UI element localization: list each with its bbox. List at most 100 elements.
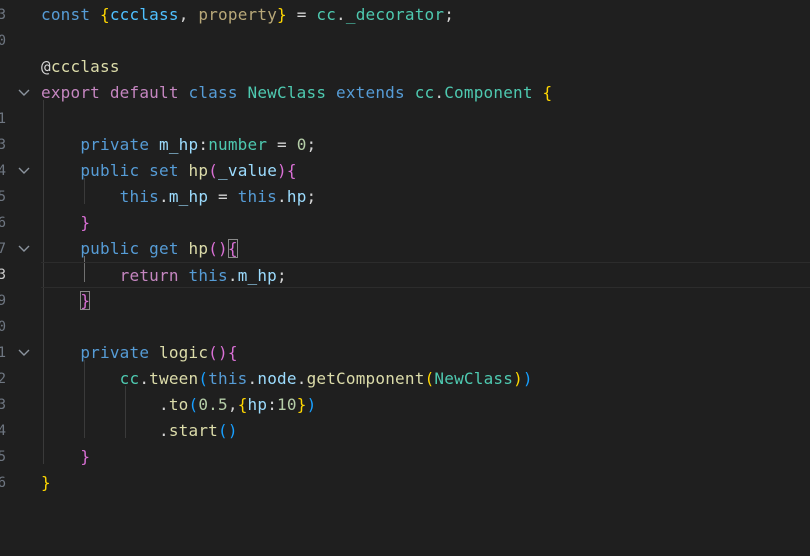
- code-token: cc: [41, 369, 140, 388]
- line-number: 7: [0, 241, 6, 257]
- code-token: this: [208, 369, 248, 388]
- line-number: 4: [0, 423, 6, 439]
- code-area[interactable]: const {ccclass, property} = cc._decorato…: [41, 0, 810, 556]
- code-line[interactable]: [41, 106, 810, 132]
- code-line[interactable]: public get hp(){: [41, 236, 810, 262]
- code-line[interactable]: [41, 496, 810, 522]
- code-token: private: [41, 343, 159, 362]
- code-token: .: [139, 369, 150, 388]
- line-number: 0: [0, 319, 6, 335]
- code-line[interactable]: private logic(){: [41, 340, 810, 366]
- code-token: ccclass: [50, 57, 120, 76]
- line-number: [0, 54, 6, 80]
- code-token: public: [41, 239, 150, 258]
- code-token: hp: [188, 161, 209, 180]
- code-line[interactable]: cc.tween(this.node.getComponent(NewClass…: [41, 366, 810, 392]
- code-token: tween: [149, 369, 199, 388]
- code-token: .: [296, 369, 307, 388]
- code-token: {: [100, 5, 110, 24]
- code-token: =: [267, 135, 297, 154]
- code-line[interactable]: const {ccclass, property} = cc._decorato…: [41, 2, 810, 28]
- code-token: get: [149, 239, 189, 258]
- code-token: .: [434, 83, 445, 102]
- code-line[interactable]: [41, 28, 810, 54]
- code-token: }: [277, 5, 287, 24]
- code-token: default: [109, 83, 189, 102]
- code-token: (: [188, 395, 199, 414]
- code-token: .: [336, 5, 346, 24]
- chevron-down-icon[interactable]: [17, 158, 31, 184]
- code-token: {: [286, 161, 297, 180]
- code-token: getComponent: [306, 369, 425, 388]
- code-token: public: [41, 161, 150, 180]
- code-token: ;: [444, 5, 455, 24]
- code-token: }: [41, 473, 51, 492]
- chevron-down-icon[interactable]: [17, 340, 31, 366]
- code-line[interactable]: .to(0.5,{hp:10}): [41, 392, 810, 418]
- code-token: .: [159, 187, 169, 206]
- line-number: 2: [0, 371, 6, 387]
- chevron-down-icon[interactable]: [17, 236, 31, 262]
- code-token: ): [513, 369, 523, 388]
- line-number: 0: [0, 33, 6, 49]
- code-line[interactable]: }: [41, 288, 810, 314]
- code-token: ): [277, 161, 287, 180]
- matched-bracket: {: [227, 239, 238, 258]
- code-token: cc: [414, 83, 435, 102]
- code-token: ccclass: [109, 5, 179, 24]
- code-token: this: [237, 187, 278, 206]
- code-token: .: [41, 421, 169, 440]
- code-token: @: [41, 57, 51, 76]
- code-line[interactable]: @ccclass: [41, 54, 810, 80]
- code-token: m_hp: [168, 187, 209, 206]
- code-line[interactable]: .start(): [41, 418, 810, 444]
- code-token: hp: [247, 395, 268, 414]
- code-token: hp: [188, 239, 209, 258]
- code-line[interactable]: export default class NewClass extends cc…: [41, 80, 810, 106]
- code-token: m_hp: [237, 266, 278, 285]
- code-token: ;: [306, 187, 317, 206]
- line-number: [0, 496, 6, 522]
- line-number: 4: [0, 163, 6, 179]
- code-line[interactable]: [41, 314, 810, 340]
- current-code-line[interactable]: return this.m_hp;: [41, 262, 810, 288]
- code-token: .: [227, 266, 238, 285]
- code-token: (: [218, 421, 228, 440]
- code-token: start: [168, 421, 218, 440]
- code-token: 10: [277, 395, 297, 414]
- code-token: .: [41, 395, 169, 414]
- code-token: (: [424, 369, 435, 388]
- code-token: }: [41, 447, 91, 466]
- code-line[interactable]: }: [41, 444, 810, 470]
- code-token: ,: [178, 5, 199, 24]
- line-number: 3: [0, 137, 6, 153]
- code-token: ): [218, 343, 228, 362]
- code-token: 0: [296, 135, 307, 154]
- code-token: return: [41, 266, 189, 285]
- code-token: _decorator: [345, 5, 445, 24]
- code-line[interactable]: }: [41, 210, 810, 236]
- chevron-down-icon[interactable]: [17, 80, 31, 106]
- line-number: 5: [0, 449, 6, 465]
- code-line[interactable]: private m_hp:number = 0;: [41, 132, 810, 158]
- code-token: const: [41, 5, 100, 24]
- code-line[interactable]: public set hp(_value){: [41, 158, 810, 184]
- code-token: number: [208, 135, 268, 154]
- line-number: 3: [0, 397, 6, 413]
- code-token: property: [198, 5, 278, 24]
- code-token: {: [542, 83, 553, 102]
- code-token: cc: [316, 5, 337, 24]
- code-token: ): [227, 421, 238, 440]
- code-token: logic: [159, 343, 209, 362]
- code-token: this: [41, 187, 159, 206]
- line-number: 5: [0, 189, 6, 205]
- code-line[interactable]: this.m_hp = this.hp;: [41, 184, 810, 210]
- line-number-gutter: 3 0 1 3 4 5 6 7 3 9 0 1 2 3 4 5 6: [0, 0, 40, 556]
- line-number: 3: [0, 267, 6, 283]
- code-token: ;: [277, 266, 287, 285]
- code-editor[interactable]: 30134567390123456 const {ccclass, proper…: [0, 0, 810, 556]
- code-line[interactable]: }: [41, 470, 810, 496]
- code-token: =: [208, 187, 238, 206]
- code-token: node: [257, 369, 297, 388]
